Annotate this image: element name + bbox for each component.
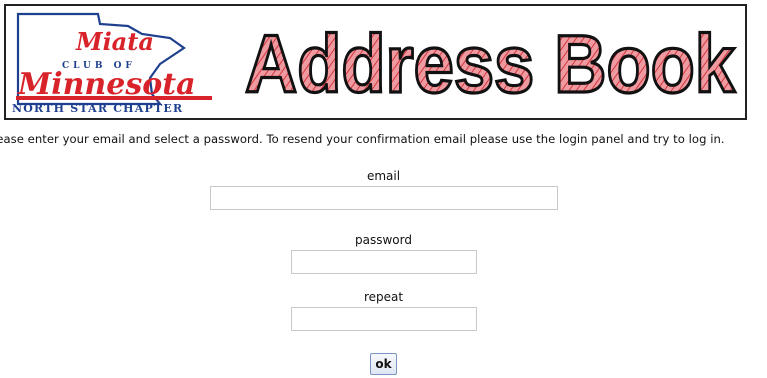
svg-text:Miata: Miata: [75, 27, 154, 56]
instructions-text: Please enter your email and select a pas…: [0, 132, 725, 146]
email-field[interactable]: [209, 186, 558, 210]
repeat-password-field[interactable]: [290, 307, 477, 331]
password-field-group: password: [0, 232, 767, 274]
repeat-password-label: repeat: [363, 290, 404, 304]
page: Miata CLUB OF Minnesota NORTH STAR CHAPT…: [0, 0, 767, 378]
repeat-password-field-group: repeat: [0, 289, 767, 331]
password-field[interactable]: [290, 250, 477, 274]
password-label: password: [355, 233, 412, 247]
svg-text:NORTH STAR CHAPTER: NORTH STAR CHAPTER: [12, 102, 183, 115]
page-title-text: Address Book: [245, 19, 735, 110]
email-field-group: email: [0, 168, 767, 210]
page-title: Address Book: [238, 8, 743, 116]
club-logo: Miata CLUB OF Minnesota NORTH STAR CHAPT…: [10, 8, 224, 116]
title-art: Address Book: [243, 17, 737, 111]
email-label: email: [366, 169, 401, 183]
ok-button[interactable]: ok: [370, 353, 397, 375]
header-banner: Miata CLUB OF Minnesota NORTH STAR CHAPT…: [4, 4, 747, 120]
svg-text:Minnesota: Minnesota: [17, 67, 196, 102]
minnesota-map-logo-icon: Miata CLUB OF Minnesota NORTH STAR CHAPT…: [12, 12, 212, 115]
